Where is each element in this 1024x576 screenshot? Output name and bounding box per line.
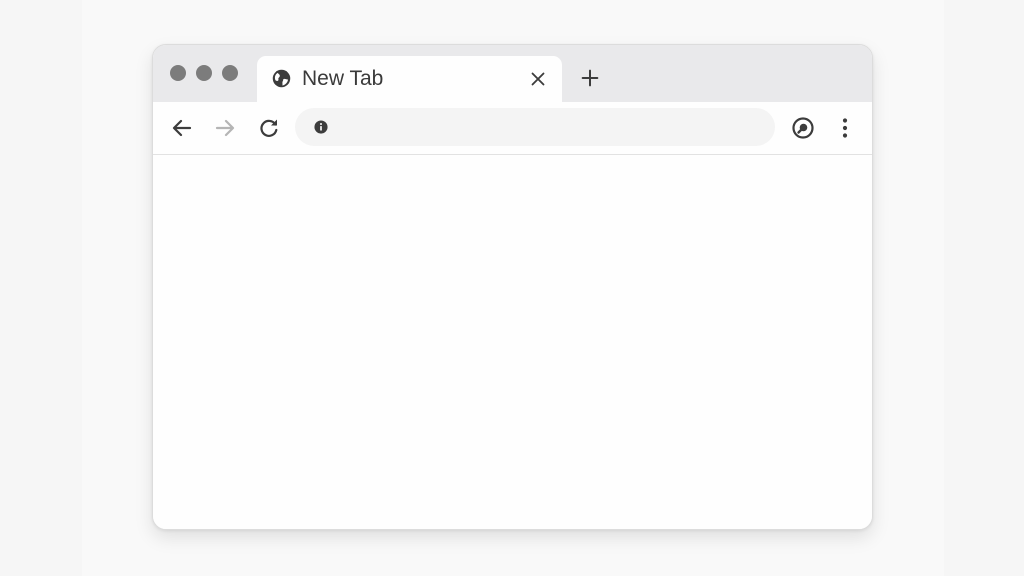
browser-window: New Tab (152, 44, 873, 530)
forward-arrow-icon[interactable] (213, 116, 237, 140)
window-maximize-button[interactable] (222, 65, 238, 81)
page-content[interactable] (153, 155, 872, 529)
lens-icon[interactable] (791, 116, 815, 140)
address-bar[interactable] (295, 108, 775, 146)
back-arrow-icon[interactable] (170, 116, 194, 140)
reload-icon[interactable] (257, 116, 281, 140)
window-minimize-button[interactable] (196, 65, 212, 81)
close-tab-icon[interactable] (527, 68, 549, 90)
tab-title: New Tab (302, 67, 384, 90)
info-icon[interactable] (314, 120, 328, 134)
kebab-menu-icon[interactable] (833, 116, 857, 140)
window-controls (170, 65, 238, 81)
toolbar (153, 102, 872, 155)
tab-new-tab[interactable]: New Tab (257, 56, 562, 103)
tab-strip: New Tab (153, 45, 872, 103)
window-close-button[interactable] (170, 65, 186, 81)
globe-icon (271, 68, 292, 89)
address-input[interactable] (341, 108, 761, 146)
new-tab-plus-icon[interactable] (579, 67, 601, 89)
